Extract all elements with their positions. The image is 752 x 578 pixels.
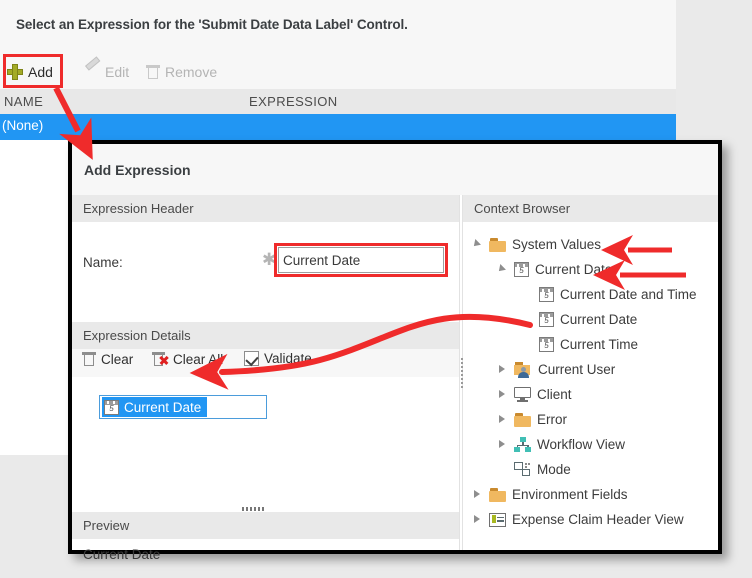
clear-button-label: Clear xyxy=(101,352,133,367)
context-browser-label: Context Browser xyxy=(474,201,570,216)
trash-icon xyxy=(146,64,160,80)
add-button-annotation-box xyxy=(3,54,63,88)
tree-item-label: Current Date xyxy=(560,312,637,327)
expression-editor-pane: Expression Header Name: ✱ Expression Det… xyxy=(72,195,459,550)
chevron-right-icon[interactable] xyxy=(496,432,508,457)
expression-header-label: Expression Header xyxy=(83,201,194,216)
clear-button[interactable]: Clear xyxy=(82,351,133,367)
workflow-icon xyxy=(514,437,531,452)
tree-item-label: Expense Claim Header View xyxy=(512,512,684,527)
column-header-expression: EXPRESSION xyxy=(249,94,338,109)
prompt-text: Select an Expression for the 'Submit Dat… xyxy=(16,17,656,32)
edit-button-label: Edit xyxy=(105,64,129,80)
remove-button: Remove xyxy=(146,58,217,86)
dialog-title: Add Expression xyxy=(84,162,191,178)
chevron-right-icon[interactable] xyxy=(471,507,483,532)
tree-item[interactable]: Environment Fields xyxy=(463,482,718,507)
tree-item[interactable]: Error xyxy=(463,407,718,432)
calendar-icon: 5 xyxy=(539,312,554,327)
chevron-right-icon[interactable] xyxy=(496,382,508,407)
chevron-right-icon[interactable] xyxy=(496,357,508,382)
tree-item[interactable]: Mode xyxy=(463,457,718,482)
table-row[interactable] xyxy=(0,114,676,140)
tree-item[interactable]: 5 Current Date xyxy=(463,257,718,282)
tree-item[interactable]: Expense Claim Header View xyxy=(463,507,718,532)
clear-all-button-label: Clear All xyxy=(173,352,223,367)
tree-item-label: Environment Fields xyxy=(512,487,628,502)
column-header-name: NAME xyxy=(4,94,43,109)
grid-header xyxy=(0,89,676,114)
edit-button: Edit xyxy=(84,58,129,86)
folder-icon xyxy=(489,238,506,252)
context-browser-header: Context Browser xyxy=(463,195,718,222)
tree-item-label: Workflow View xyxy=(537,437,625,452)
context-browser-tree: System Values 5 Current Date 5 Current Date … xyxy=(463,222,718,550)
preview-label: Preview xyxy=(83,518,129,533)
expression-details-label: Expression Details xyxy=(83,328,191,343)
validate-button[interactable]: Validate xyxy=(244,351,312,366)
add-expression-dialog: Add Expression Expression Header Name: ✱… xyxy=(68,140,722,554)
expression-details-section: Expression Details xyxy=(72,322,459,349)
tree-item-label: Error xyxy=(537,412,567,427)
tree-item-label: Current Date and Time xyxy=(560,287,697,302)
tree-item[interactable]: 5 Current Time xyxy=(463,332,718,357)
calendar-icon: 5 xyxy=(539,337,554,352)
preview-value: Current Date xyxy=(83,547,160,562)
remove-button-label: Remove xyxy=(165,64,217,80)
tree-item-label: Current Date xyxy=(535,262,612,277)
context-browser-pane: Context Browser System Values 5 Current Da… xyxy=(463,195,718,550)
tree-spacer xyxy=(496,457,508,482)
view-icon xyxy=(489,513,506,527)
name-label: Name: xyxy=(83,255,123,270)
trash-icon xyxy=(82,351,96,367)
folder-icon xyxy=(514,413,531,427)
tree-item[interactable]: Current User xyxy=(463,357,718,382)
tree-spacer xyxy=(521,307,533,332)
checkmark-icon xyxy=(244,351,259,366)
monitor-icon xyxy=(514,387,531,402)
expression-canvas[interactable]: 5 Current Date xyxy=(72,377,459,512)
tree-item[interactable]: Workflow View xyxy=(463,432,718,457)
chevron-down-icon[interactable] xyxy=(471,232,483,257)
tree-item-label: System Values xyxy=(512,237,601,252)
folder-user-icon xyxy=(514,362,532,378)
tree-item[interactable]: 5 Current Date xyxy=(463,307,718,332)
chevron-down-icon[interactable] xyxy=(496,257,508,282)
tree-item-label: Mode xyxy=(537,462,571,477)
tree-spacer xyxy=(521,282,533,307)
chevron-right-icon[interactable] xyxy=(471,482,483,507)
validate-button-label: Validate xyxy=(264,351,312,366)
table-row-name-cell: (None) xyxy=(2,118,43,133)
calendar-icon: 5 xyxy=(104,400,119,415)
tree-item[interactable]: System Values xyxy=(463,232,718,257)
expression-canvas-resize-handle[interactable] xyxy=(242,507,264,511)
calendar-icon: 5 xyxy=(514,262,529,277)
tree-item[interactable]: 5 Current Date and Time xyxy=(463,282,718,307)
mode-icon xyxy=(514,462,531,477)
tree-item-label: Current Time xyxy=(560,337,638,352)
pencil-icon xyxy=(84,64,100,80)
tree-item-label: Current User xyxy=(538,362,615,377)
calendar-icon: 5 xyxy=(539,287,554,302)
trash-delete-icon xyxy=(152,351,168,367)
clear-all-button[interactable]: Clear All xyxy=(152,351,223,367)
expression-token-row[interactable]: 5 Current Date xyxy=(99,395,267,419)
tree-spacer xyxy=(521,332,533,357)
chevron-right-icon[interactable] xyxy=(496,407,508,432)
dialog-title-bar: Add Expression xyxy=(72,144,718,195)
folder-icon xyxy=(489,488,506,502)
tree-item[interactable]: Client xyxy=(463,382,718,407)
name-input-annotation-box xyxy=(274,243,448,277)
expression-token[interactable]: 5 Current Date xyxy=(102,397,207,417)
preview-section: Preview xyxy=(72,512,459,539)
tree-item-label: Client xyxy=(537,387,572,402)
expression-header-section: Expression Header xyxy=(72,195,459,222)
expression-token-label: Current Date xyxy=(124,400,201,415)
